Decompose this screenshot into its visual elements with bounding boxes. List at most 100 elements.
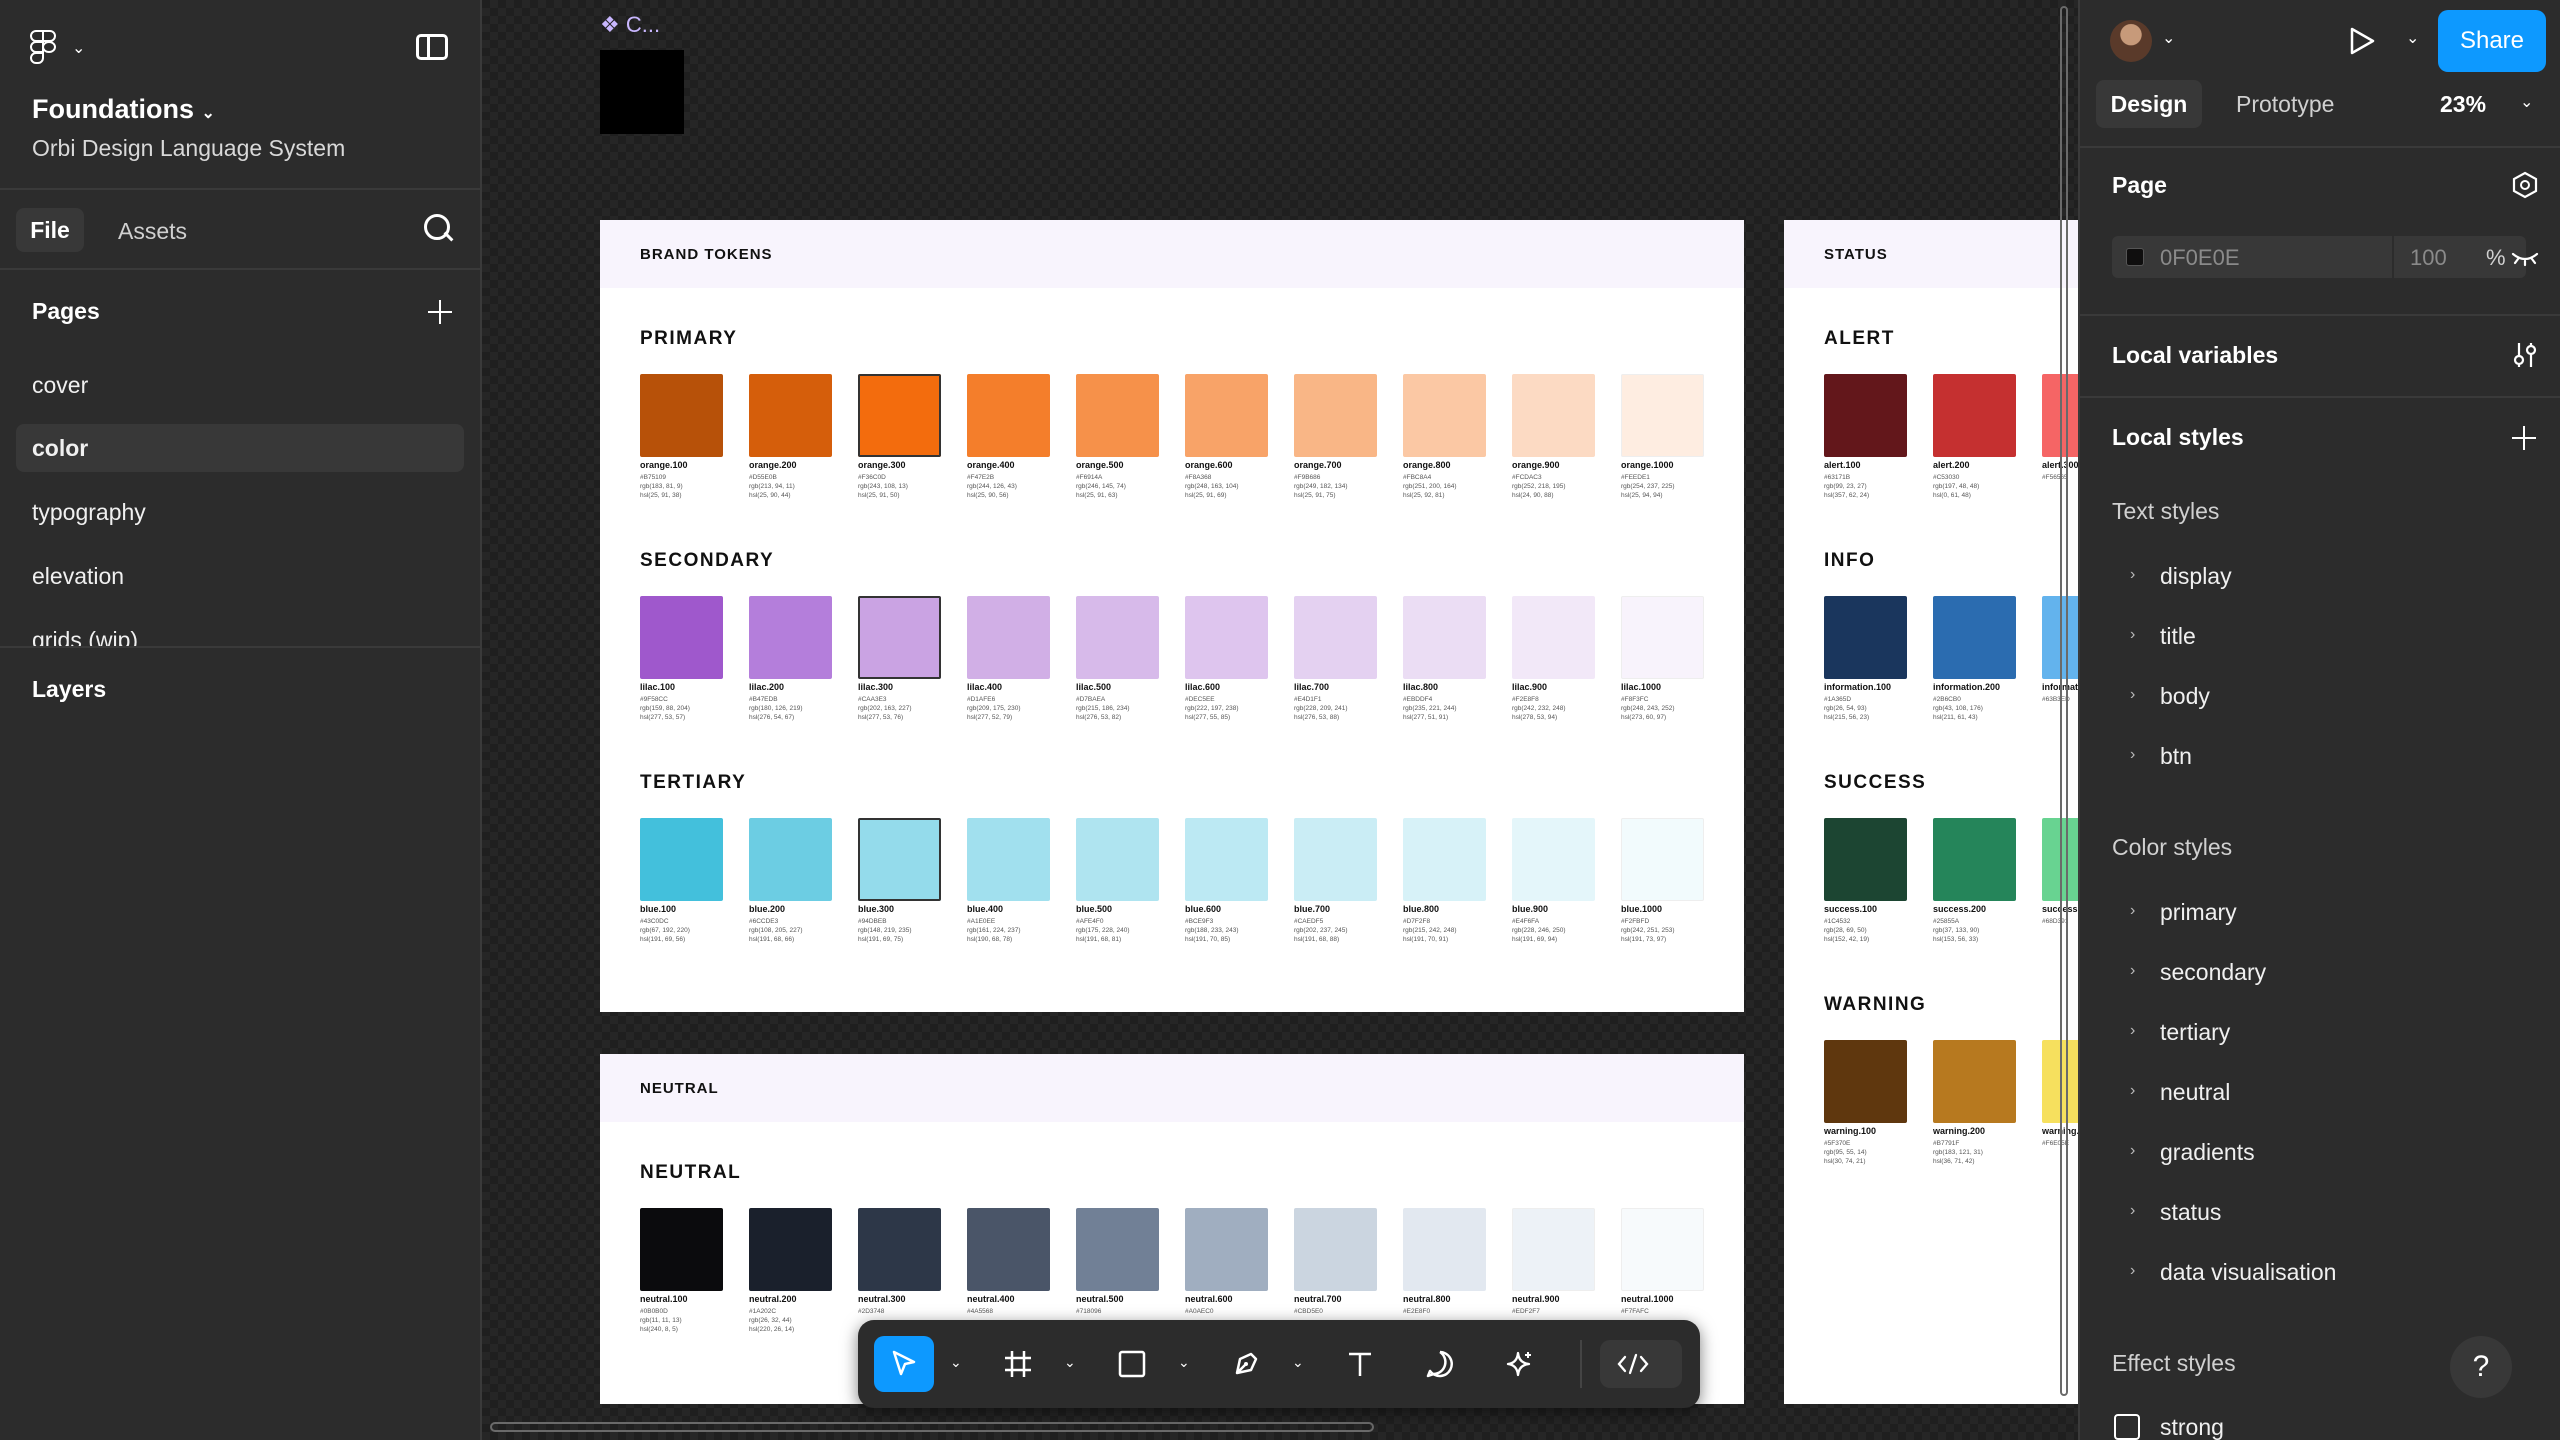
swatch-color-box[interactable] [1824,818,1907,901]
chevron-right-icon[interactable]: › [2130,566,2135,584]
color-swatch[interactable]: orange.700 #F9B686 rgb(249, 182, 134) hsl(2… [1294,374,1377,500]
swatch-color-box[interactable] [1933,596,2016,679]
swatch-color-box[interactable] [1621,818,1704,901]
page-color-field[interactable]: 0F0E0E 100 % [2112,236,2526,278]
swatch-color-box[interactable] [858,374,941,457]
swatch-color-box[interactable] [1512,374,1595,457]
color-swatch[interactable]: alert.100 #63171B rgb(99, 23, 27) hsl(357, … [1824,374,1907,500]
canvas[interactable]: ❖ C... BRAND TOKENS PRIMARY orange.100 #B… [482,0,2078,1440]
chevron-down-icon[interactable]: ⌄ [2520,92,2533,112]
text-style-body[interactable]: body [2160,683,2210,710]
color-swatch[interactable]: lilac.100 #9F58CC rgb(159, 88, 204) hsl(277… [640,596,723,722]
chevron-right-icon[interactable]: › [2130,1262,2135,1280]
color-swatch[interactable]: orange.300 #F36C0D rgb(243, 108, 13) hsl(25… [858,374,941,500]
color-swatch[interactable]: neutral.300 #2D3748 [858,1208,941,1334]
chevron-right-icon[interactable]: › [2130,1022,2135,1040]
swatch-color-box[interactable] [749,596,832,679]
swatch-color-box[interactable] [640,818,723,901]
tab-file[interactable]: File [16,208,84,252]
page-item-color[interactable]: color [16,424,464,472]
color-swatch[interactable]: neutral.1000 #F7FAFC [1621,1208,1704,1334]
color-swatch[interactable]: blue.1000 #F2FBFD rgb(242, 251, 253) hsl(19… [1621,818,1704,944]
swatch-color-box[interactable] [1294,374,1377,457]
swatch-color-box[interactable] [858,596,941,679]
variables-icon[interactable] [2510,340,2540,370]
chevron-down-icon[interactable]: ⌄ [950,1354,962,1371]
comment-tool-button[interactable] [1410,1336,1470,1392]
color-style-gradients[interactable]: gradients [2160,1139,2255,1166]
chevron-down-icon[interactable]: ⌄ [1178,1354,1190,1371]
color-swatch[interactable]: information.100 #1A365D rgb(26, 54, 93) hsl… [1824,596,1907,722]
swatch-color-box[interactable] [1076,818,1159,901]
swatch-color-box[interactable] [858,1208,941,1291]
swatch-color-box[interactable] [1076,596,1159,679]
swatch-color-box[interactable] [1824,1040,1907,1123]
share-button[interactable]: Share [2438,10,2546,72]
color-swatch[interactable]: neutral.200 #1A202C rgb(26, 32, 44) hsl(220… [749,1208,832,1334]
color-style-primary[interactable]: primary [2160,899,2237,926]
color-swatch[interactable]: blue.300 #94DBEB rgb(148, 219, 235) hsl(191… [858,818,941,944]
chevron-down-icon[interactable]: ⌄ [2406,28,2419,48]
text-style-btn[interactable]: btn [2160,743,2192,770]
chevron-right-icon[interactable]: › [2130,686,2135,704]
color-swatch[interactable]: blue.600 #BCE9F3 rgb(188, 233, 243) hsl(191… [1185,818,1268,944]
color-swatch[interactable]: information.200 #2B6CB0 rgb(43, 108, 176) h… [1933,596,2016,722]
figma-menu-icon[interactable] [30,30,58,66]
color-swatch[interactable]: orange.1000 #FEEDE1 rgb(254, 237, 225) hsl(… [1621,374,1704,500]
swatch-color-box[interactable] [1185,1208,1268,1291]
color-swatch[interactable]: neutral.900 #EDF2F7 [1512,1208,1595,1334]
color-swatch[interactable]: lilac.900 #F2E8F8 rgb(242, 232, 248) hsl(27… [1512,596,1595,722]
color-swatch[interactable]: neutral.400 #4A5568 [967,1208,1050,1334]
swatch-color-box[interactable] [1621,374,1704,457]
pen-tool-button[interactable] [1216,1336,1276,1392]
tab-design[interactable]: Design [2096,80,2202,128]
status-frame[interactable]: STATUS ALERT alert.100 #63171B rgb(99, 23,… [1784,220,2078,1404]
swatch-color-box[interactable] [858,818,941,901]
add-style-icon[interactable] [2512,426,2536,450]
sidebar-toggle-icon[interactable] [416,34,448,60]
effect-style-strong[interactable]: strong [2160,1414,2224,1440]
swatch-color-box[interactable] [1512,1208,1595,1291]
color-swatch[interactable]: blue.100 #43C0DC rgb(67, 192, 220) hsl(191,… [640,818,723,944]
color-swatch[interactable]: orange.600 #F8A368 rgb(248, 163, 104) hsl(2… [1185,374,1268,500]
color-swatch[interactable]: orange.400 #F47E2B rgb(244, 126, 43) hsl(25… [967,374,1050,500]
color-swatch[interactable]: neutral.700 #CBD5E0 [1294,1208,1377,1334]
text-style-title[interactable]: title [2160,623,2196,650]
help-button[interactable]: ? [2450,1336,2512,1398]
swatch-color-box[interactable] [1512,818,1595,901]
color-swatch[interactable]: neutral.800 #E2E8F0 [1403,1208,1486,1334]
color-swatch[interactable]: lilac.1000 #F8F3FC rgb(248, 243, 252) hsl(2… [1621,596,1704,722]
page-item-elevation[interactable]: elevation [16,552,464,600]
swatch-color-box[interactable] [1933,374,2016,457]
text-style-display[interactable]: display [2160,563,2232,590]
swatch-color-box[interactable] [1824,596,1907,679]
swatch-color-box[interactable] [640,374,723,457]
shape-tool-button[interactable] [1102,1336,1162,1392]
color-hex-input[interactable]: 0F0E0E [2160,245,2240,271]
color-swatch[interactable]: alert.200 #C53030 rgb(197, 48, 48) hsl(0, 6… [1933,374,2016,500]
horizontal-scrollbar[interactable] [490,1422,1374,1432]
color-swatch[interactable]: orange.100 #B75109 rgb(183, 81, 9) hsl(25, … [640,374,723,500]
swatch-color-box[interactable] [1185,374,1268,457]
tab-prototype[interactable]: Prototype [2236,91,2334,118]
swatch-color-box[interactable] [1403,374,1486,457]
swatch-color-box[interactable] [1933,1040,2016,1123]
avatar[interactable] [2110,20,2152,62]
chevron-down-icon[interactable]: ⌄ [1292,1354,1304,1371]
chevron-right-icon[interactable]: › [2130,1142,2135,1160]
chevron-down-icon[interactable]: ⌄ [72,38,85,58]
swatch-color-box[interactable] [749,374,832,457]
swatch-color-box[interactable] [967,374,1050,457]
color-swatch[interactable]: success.200 #25855A rgb(37, 133, 90) hsl(15… [1933,818,2016,944]
chevron-down-icon[interactable]: ⌄ [2162,28,2175,48]
color-swatch[interactable]: neutral.600 #A0AEC0 [1185,1208,1268,1334]
color-style-data-visualisation[interactable]: data visualisation [2160,1259,2336,1286]
zoom-level[interactable]: 23% [2440,91,2486,118]
opacity-input[interactable]: 100 [2410,245,2447,271]
swatch-color-box[interactable] [1076,374,1159,457]
component-instance[interactable] [600,50,684,134]
swatch-color-box[interactable] [967,818,1050,901]
color-style-tertiary[interactable]: tertiary [2160,1019,2230,1046]
swatch-color-box[interactable] [1403,1208,1486,1291]
actions-tool-button[interactable] [1490,1336,1550,1392]
